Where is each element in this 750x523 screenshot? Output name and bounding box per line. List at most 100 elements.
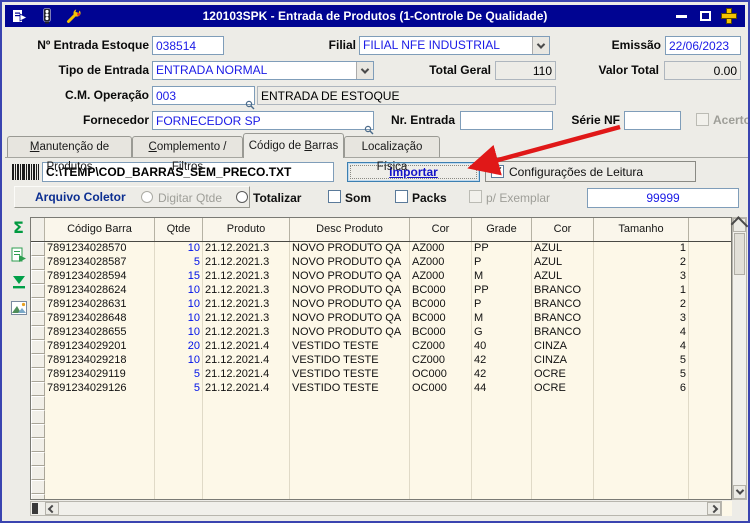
traffic-light-icon[interactable]	[39, 8, 55, 24]
cell[interactable]: NOVO PRODUTO QA	[290, 270, 410, 284]
cell[interactable]: 3	[594, 312, 689, 326]
column-header[interactable]: Produto	[203, 218, 290, 241]
tipo-entrada-dropdown-button[interactable]	[356, 62, 373, 79]
som-checkbox[interactable]	[328, 190, 341, 203]
filial-dropdown-button[interactable]	[532, 37, 549, 54]
emissao-input[interactable]	[665, 36, 741, 55]
append-down-icon[interactable]	[9, 272, 28, 291]
cell[interactable]: G	[472, 326, 532, 340]
tab-codigo-de-barras[interactable]: Código de Barras	[243, 133, 344, 158]
cell[interactable]: M	[472, 270, 532, 284]
cell[interactable]: VESTIDO TESTE	[290, 382, 410, 396]
cell[interactable]: 10	[155, 284, 203, 298]
cell[interactable]: AZ000	[410, 270, 472, 284]
table-row[interactable]: 7891234029119521.12.2021.4VESTIDO TESTEO…	[31, 368, 731, 382]
row-indicator[interactable]	[31, 340, 45, 354]
config-leitura-checkbox[interactable]	[491, 165, 504, 178]
tab-manutencao-de-produtos[interactable]: Manutenção de Produtos	[7, 136, 132, 157]
cell[interactable]: 21.12.2021.3	[203, 326, 290, 340]
cell[interactable]: 7891234028631	[45, 298, 155, 312]
image-icon[interactable]	[9, 298, 28, 317]
cell[interactable]: 10	[155, 326, 203, 340]
cell[interactable]: VESTIDO TESTE	[290, 340, 410, 354]
row-indicator[interactable]	[31, 410, 45, 424]
cell[interactable]: P	[472, 256, 532, 270]
cell[interactable]: 40	[472, 340, 532, 354]
cell[interactable]: 4	[594, 326, 689, 340]
column-header[interactable]: Código Barra	[45, 218, 155, 241]
cell[interactable]: BRANCO	[532, 312, 594, 326]
cell[interactable]: BRANCO	[532, 326, 594, 340]
table-row[interactable]: 78912340286241021.12.2021.3NOVO PRODUTO …	[31, 284, 731, 298]
cell[interactable]: OC000	[410, 368, 472, 382]
cell[interactable]: BC000	[410, 284, 472, 298]
cell[interactable]: 6	[594, 382, 689, 396]
filial-select[interactable]: FILIAL NFE INDUSTRIAL	[359, 36, 550, 55]
cell[interactable]: 7891234029119	[45, 368, 155, 382]
row-indicator[interactable]	[31, 284, 45, 298]
column-header[interactable]: Qtde	[155, 218, 203, 241]
cell[interactable]: M	[472, 312, 532, 326]
tab-localizacao-fisica[interactable]: Localização Física	[344, 136, 440, 157]
cell[interactable]: 7891234028570	[45, 242, 155, 256]
packs-checkbox[interactable]	[395, 190, 408, 203]
column-header[interactable]: Cor	[532, 218, 594, 241]
row-indicator[interactable]	[31, 494, 45, 500]
cell[interactable]: NOVO PRODUTO QA	[290, 256, 410, 270]
export-rows-icon[interactable]	[9, 245, 28, 264]
table-row[interactable]: 78912340285701021.12.2021.3NOVO PRODUTO …	[31, 242, 731, 256]
cell[interactable]: NOVO PRODUTO QA	[290, 242, 410, 256]
row-indicator[interactable]	[31, 354, 45, 368]
cell[interactable]: 4	[594, 340, 689, 354]
column-header[interactable]: Grade	[472, 218, 532, 241]
cell[interactable]: 21.12.2021.4	[203, 382, 290, 396]
scroll-up-button[interactable]	[733, 218, 746, 232]
row-indicator[interactable]	[31, 256, 45, 270]
cell[interactable]: 21.12.2021.3	[203, 270, 290, 284]
entrada-estoque-input[interactable]	[152, 36, 224, 55]
column-header[interactable]: Cor	[410, 218, 472, 241]
table-row[interactable]: 7891234028587521.12.2021.3NOVO PRODUTO Q…	[31, 256, 731, 270]
cell[interactable]: 2	[594, 256, 689, 270]
row-indicator[interactable]	[31, 480, 45, 494]
table-row[interactable]: 78912340292012021.12.2021.4VESTIDO TESTE…	[31, 340, 731, 354]
cell[interactable]: 10	[155, 242, 203, 256]
cell[interactable]: 5	[155, 382, 203, 396]
cell[interactable]: CINZA	[532, 354, 594, 368]
row-indicator[interactable]	[31, 466, 45, 480]
scroll-left-button[interactable]	[45, 502, 59, 515]
cell[interactable]: OC000	[410, 382, 472, 396]
cell[interactable]: 42	[472, 354, 532, 368]
cm-operacao-input[interactable]	[152, 86, 255, 105]
row-indicator[interactable]	[31, 452, 45, 466]
cell[interactable]: CZ000	[410, 354, 472, 368]
cell[interactable]: VESTIDO TESTE	[290, 354, 410, 368]
cell[interactable]: PP	[472, 242, 532, 256]
cell[interactable]: 20	[155, 340, 203, 354]
totalizar-radio[interactable]	[236, 191, 248, 203]
acerto-checkbox[interactable]	[696, 113, 709, 126]
cell[interactable]: 3	[594, 270, 689, 284]
cell[interactable]: 5	[155, 368, 203, 382]
nr-entrada-input[interactable]	[460, 111, 553, 130]
table-row[interactable]: 78912340285941521.12.2021.3NOVO PRODUTO …	[31, 270, 731, 284]
cell[interactable]: VESTIDO TESTE	[290, 368, 410, 382]
title-bar[interactable]: 120103SPK - Entrada de Produtos (1-Contr…	[5, 5, 745, 27]
cell[interactable]: 7891234029218	[45, 354, 155, 368]
serie-nf-input[interactable]	[624, 111, 681, 130]
table-row[interactable]: 78912340286551021.12.2021.3NOVO PRODUTO …	[31, 326, 731, 340]
document-icon[interactable]	[12, 8, 28, 24]
minimize-button[interactable]	[674, 9, 688, 23]
cell[interactable]: 21.12.2021.4	[203, 354, 290, 368]
cell[interactable]: 7891234028648	[45, 312, 155, 326]
row-indicator[interactable]	[31, 382, 45, 396]
cell[interactable]: AZ000	[410, 256, 472, 270]
table-row[interactable]: 78912340292181021.12.2021.4VESTIDO TESTE…	[31, 354, 731, 368]
cell[interactable]: 7891234029201	[45, 340, 155, 354]
sum-icon[interactable]: Σ	[9, 218, 28, 237]
cell[interactable]: 7891234028655	[45, 326, 155, 340]
scroll-down-button[interactable]	[733, 485, 746, 499]
row-indicator[interactable]	[31, 298, 45, 312]
scroll-right-button[interactable]	[707, 502, 721, 515]
cell[interactable]: 15	[155, 270, 203, 284]
